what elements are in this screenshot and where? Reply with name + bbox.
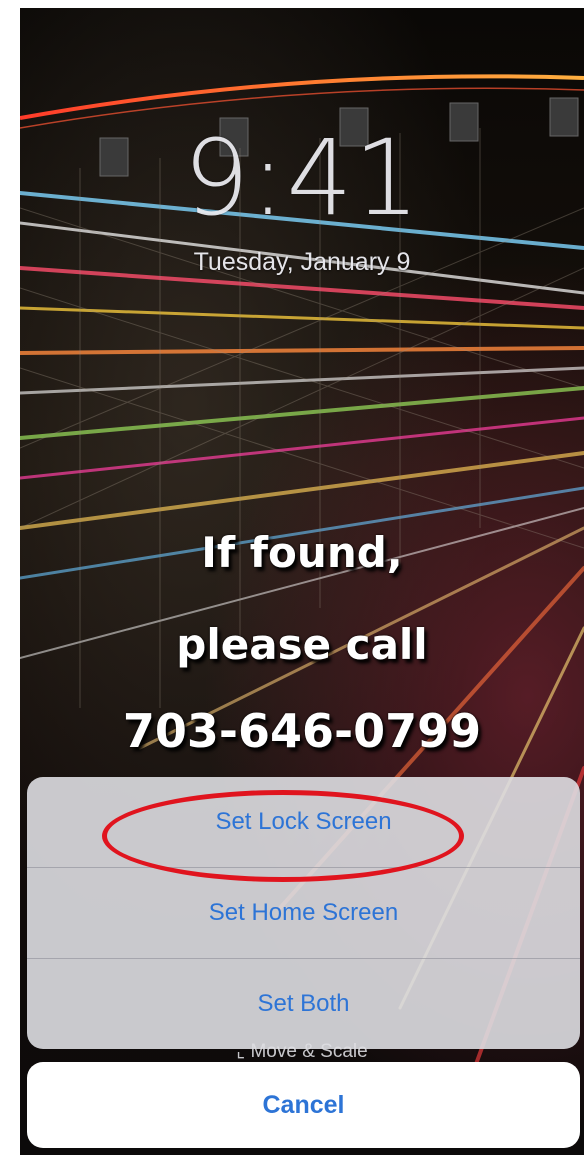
lock-screen-time: 9:41 [183,117,421,239]
wallpaper-message-line2: please call [176,620,428,669]
wallpaper-message-line1: If found, [201,528,403,577]
cancel-button[interactable]: Cancel [27,1062,580,1148]
set-both-button[interactable]: Set Both [27,959,580,1049]
wallpaper-phone-number: 703-646-0799 [122,704,482,758]
wallpaper-preview: 9:41 Tuesday, January 9 If found, please… [20,8,584,1155]
set-home-screen-button[interactable]: Set Home Screen [27,868,580,958]
set-lock-screen-button[interactable]: Set Lock Screen [27,777,580,867]
wallpaper-action-sheet: Set Lock Screen Set Home Screen Set Both [27,777,580,1049]
lock-screen-date: Tuesday, January 9 [193,248,411,276]
